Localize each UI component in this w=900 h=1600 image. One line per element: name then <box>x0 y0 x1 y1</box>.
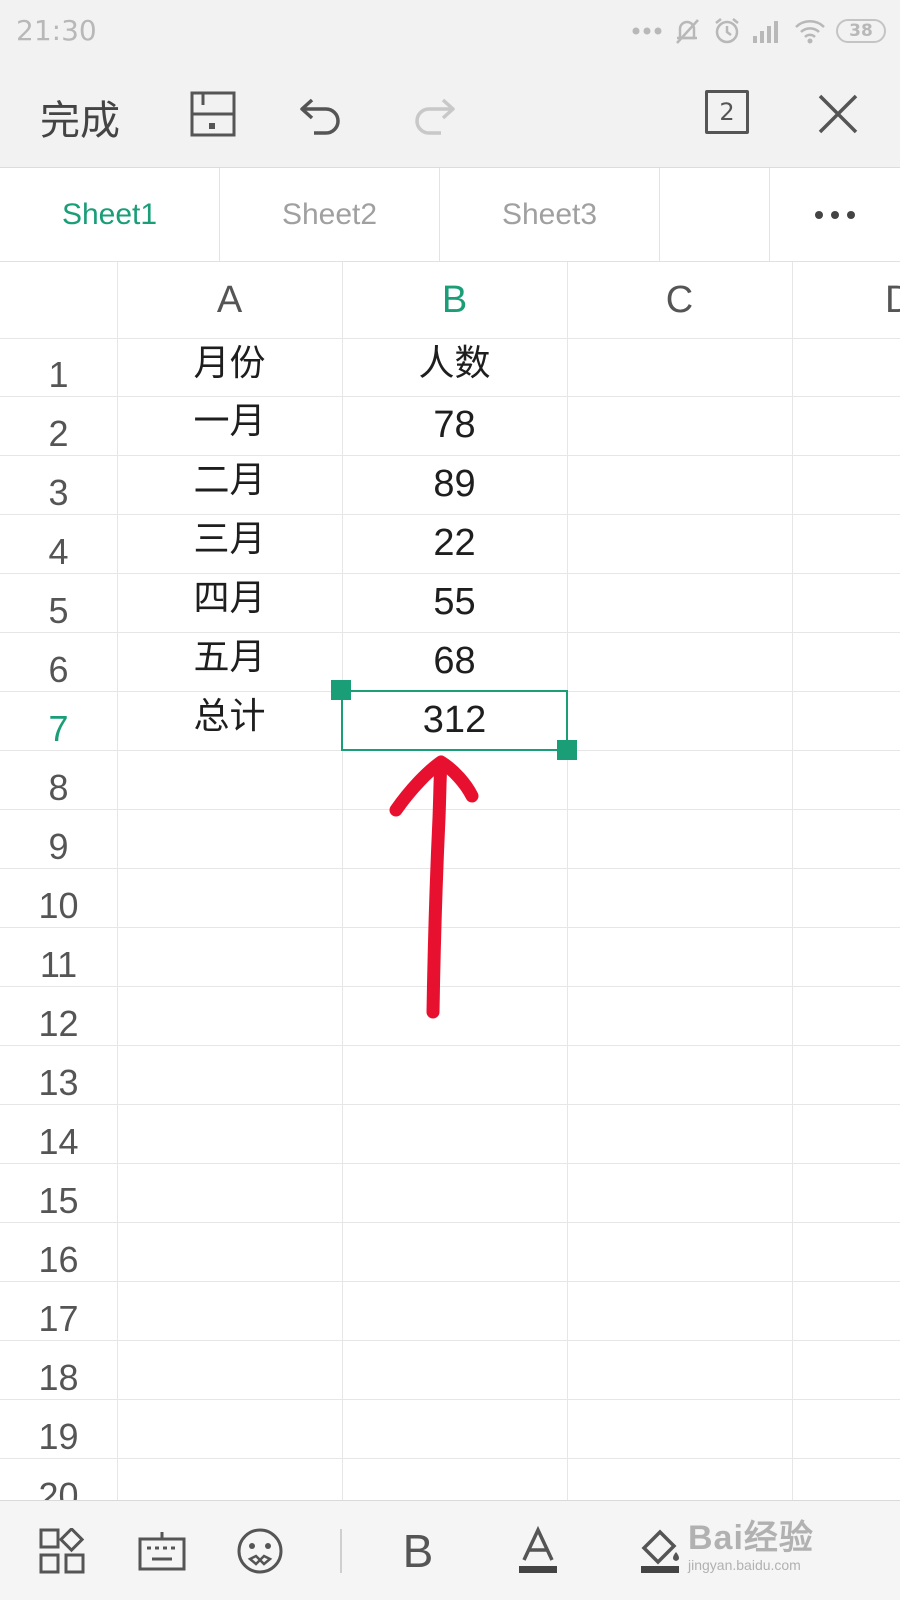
fill-color-button[interactable] <box>628 1519 692 1583</box>
toolbar-divider <box>340 1529 342 1573</box>
tab-empty-slot <box>660 168 770 262</box>
save-button[interactable] <box>183 84 243 144</box>
watermark-brand: Bai经验 <box>688 1519 814 1557</box>
emoji-icon <box>237 1528 283 1574</box>
undo-button[interactable] <box>292 84 352 144</box>
apps-icon <box>39 1528 85 1574</box>
bold-button[interactable]: B <box>386 1519 450 1583</box>
status-time: 21:30 <box>16 14 97 47</box>
more-tabs-button[interactable] <box>770 168 900 262</box>
tab-sheet1[interactable]: Sheet1 <box>0 168 220 262</box>
page-count-button[interactable]: 2 <box>705 90 749 134</box>
watermark-site: jingyan.baidu.com <box>688 1557 801 1573</box>
tab-sheet3[interactable]: Sheet3 <box>440 168 660 262</box>
fill-color-icon <box>641 1529 679 1573</box>
status-bar: 21:30 38 <box>0 0 900 62</box>
battery-icon: 38 <box>836 19 886 43</box>
edit-toolbar: 完成 2 <box>0 62 900 168</box>
more-icon <box>815 211 855 219</box>
keyboard-button[interactable] <box>130 1519 194 1583</box>
wifi-icon <box>795 20 825 44</box>
redo-icon <box>415 98 455 135</box>
baidu-jingyan-watermark: Bai经验 jingyan.baidu.com <box>688 1510 814 1573</box>
keyboard-icon <box>138 1532 186 1571</box>
close-button[interactable] <box>808 84 868 144</box>
spreadsheet-grid[interactable]: A B C D 1 2 3 4 5 6 7 8 9 10 11 12 13 14… <box>0 262 900 1500</box>
done-button[interactable]: 完成 <box>40 88 120 146</box>
dots-icon <box>632 27 662 35</box>
status-icons: 38 <box>632 14 886 48</box>
emoji-button[interactable] <box>228 1519 292 1583</box>
tab-sheet2[interactable]: Sheet2 <box>220 168 440 262</box>
signal-icon <box>753 21 778 43</box>
annotation-arrow <box>389 755 479 1019</box>
save-icon <box>190 91 236 137</box>
apps-button[interactable] <box>30 1519 94 1583</box>
undo-icon <box>300 98 340 135</box>
close-icon <box>818 94 858 134</box>
font-color-button[interactable] <box>506 1519 570 1583</box>
font-color-icon <box>519 1526 557 1573</box>
mute-icon <box>676 19 699 44</box>
sheet-tabs: Sheet1 Sheet2 Sheet3 <box>0 168 900 262</box>
redo-button[interactable] <box>403 84 463 144</box>
alarm-icon <box>715 18 739 44</box>
